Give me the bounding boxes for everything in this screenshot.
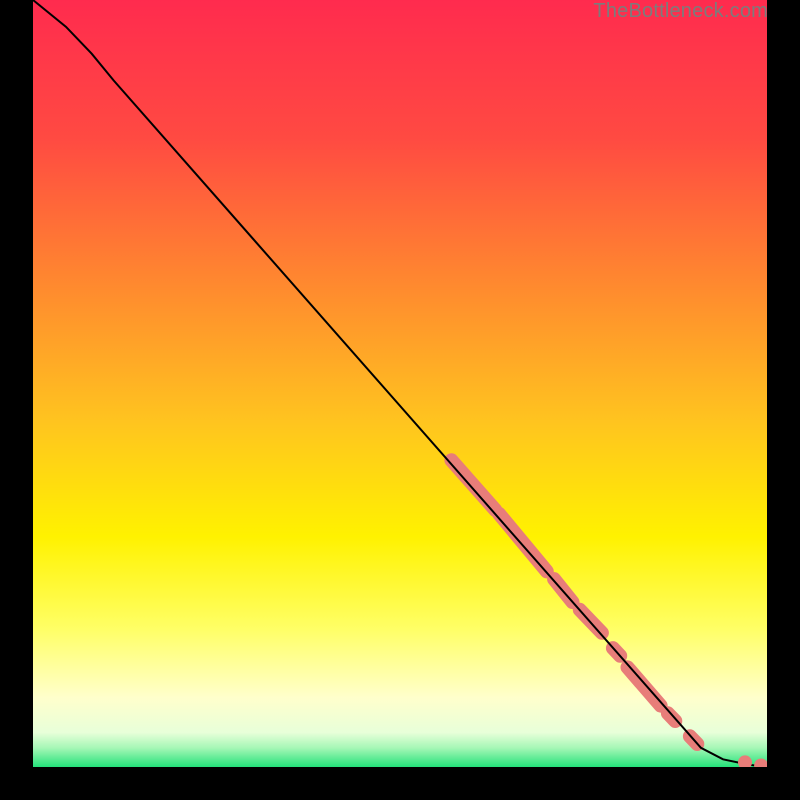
watermark-text: TheBottleneck.com (593, 0, 768, 23)
plot-area (33, 0, 767, 767)
chart-svg (33, 0, 767, 767)
chart-container: TheBottleneck.com (0, 0, 800, 800)
